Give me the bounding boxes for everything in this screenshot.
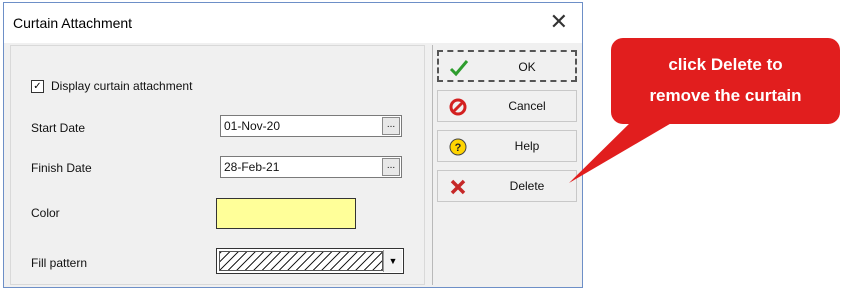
- instruction-callout: click Delete to remove the curtain: [611, 38, 840, 124]
- callout-line-2: remove the curtain: [649, 86, 802, 105]
- callout-line-1: click Delete to: [668, 55, 783, 74]
